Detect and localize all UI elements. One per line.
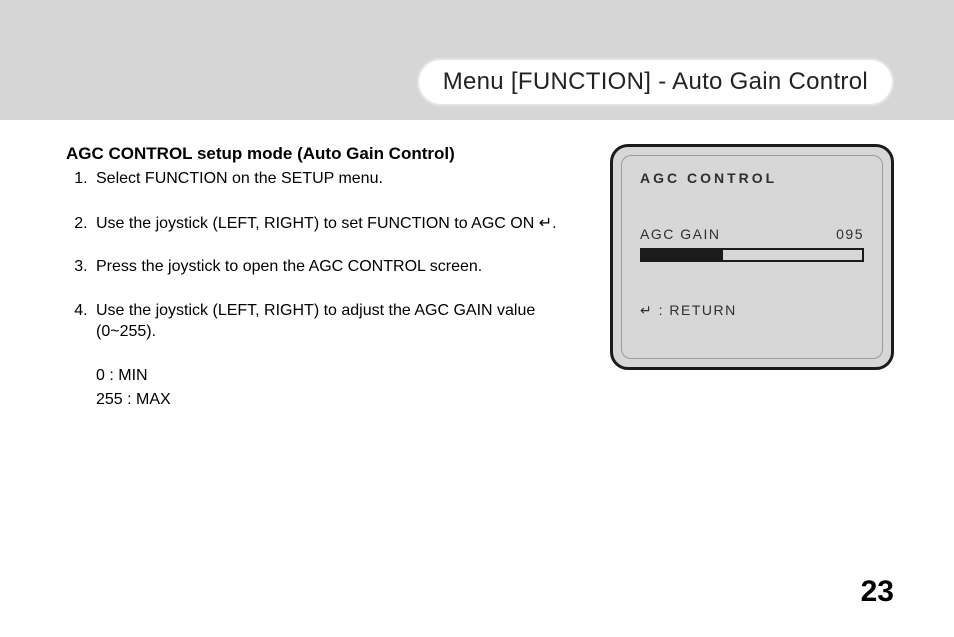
- step-4-text: Use the joystick (LEFT, RIGHT) to adjust…: [96, 302, 535, 341]
- step-2: Use the joystick (LEFT, RIGHT) to set FU…: [92, 212, 590, 235]
- instructions-column: AGC CONTROL setup mode (Auto Gain Contro…: [66, 144, 610, 432]
- osd-gain-bar: [640, 248, 864, 262]
- header-band: Menu [FUNCTION] - Auto Gain Control: [0, 0, 954, 120]
- osd-param-row: AGC GAIN 095: [640, 226, 864, 242]
- osd-screen: AGC CONTROL AGC GAIN 095 ↵ : RETURN: [610, 144, 894, 370]
- osd-title: AGC CONTROL: [640, 170, 864, 186]
- osd-return-sep: :: [653, 302, 669, 318]
- steps-list: Select FUNCTION on the SETUP menu. Use t…: [66, 168, 590, 410]
- step-2-text-pre: Use the joystick (LEFT, RIGHT) to set FU…: [96, 215, 539, 232]
- step-3: Press the joystick to open the AGC CONTR…: [92, 256, 590, 278]
- step-4: Use the joystick (LEFT, RIGHT) to adjust…: [92, 300, 590, 410]
- step-2-text-post: .: [552, 215, 556, 232]
- section-heading: AGC CONTROL setup mode (Auto Gain Contro…: [66, 144, 590, 164]
- step-1: Select FUNCTION on the SETUP menu.: [92, 168, 590, 190]
- return-icon: ↵: [640, 303, 653, 319]
- osd-return-row: ↵ : RETURN: [640, 302, 864, 319]
- value-min-label: 0 : MIN: [96, 365, 590, 387]
- osd-param-value: 095: [836, 226, 864, 242]
- page-title: Menu [FUNCTION] - Auto Gain Control: [417, 58, 894, 106]
- osd-gain-bar-fill: [642, 250, 723, 260]
- value-max-label: 255 : MAX: [96, 389, 590, 411]
- osd-frame-inner: AGC CONTROL AGC GAIN 095 ↵ : RETURN: [621, 155, 883, 359]
- enter-icon: ↵: [539, 213, 552, 232]
- page-number: 23: [861, 575, 894, 609]
- osd-frame-outer: AGC CONTROL AGC GAIN 095 ↵ : RETURN: [610, 144, 894, 370]
- osd-return-label: RETURN: [669, 302, 736, 318]
- osd-param-label: AGC GAIN: [640, 226, 720, 242]
